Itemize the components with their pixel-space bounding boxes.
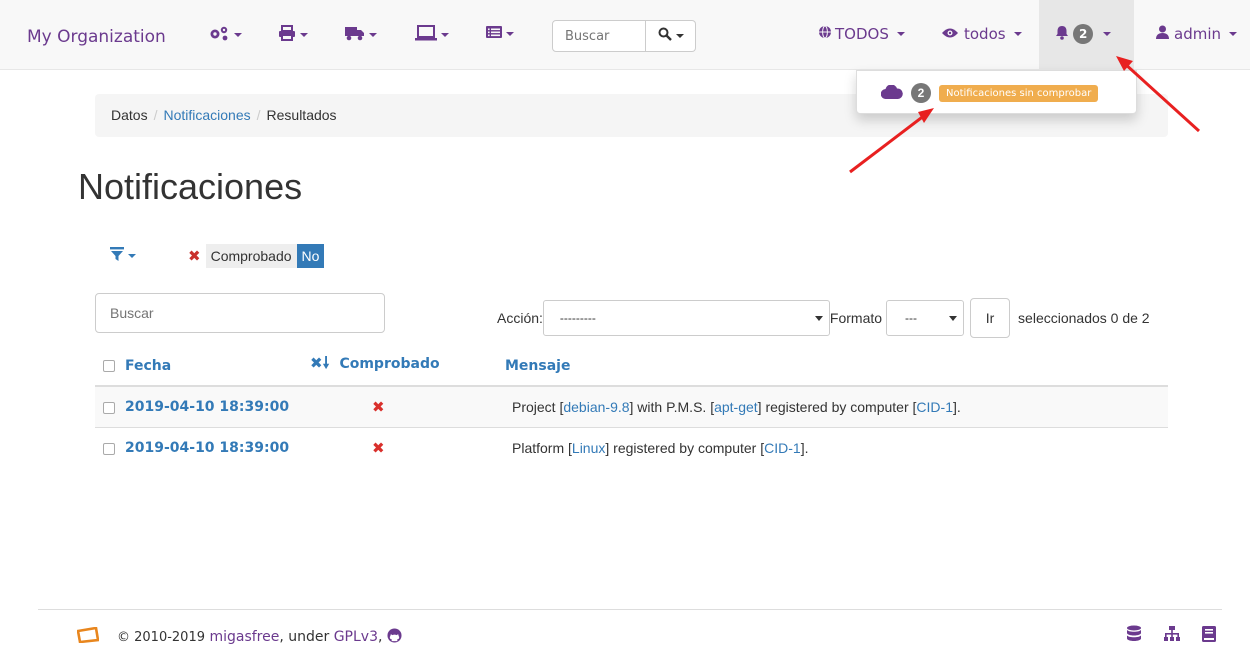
scope-menu[interactable]: TODOS (818, 25, 905, 43)
row-date-link[interactable]: 2019-04-10 18:39:00 (125, 440, 289, 456)
sort-desc-icon[interactable]: 🠗 (323, 353, 330, 372)
platform-link[interactable]: Linux (572, 440, 605, 456)
action-row: Acción: --------- Formato --- Ir selecci… (497, 298, 1150, 338)
view-label: todos (964, 25, 1006, 43)
table-row: 2019-04-10 18:39:00 ✖ Platform [Linux] r… (95, 426, 1168, 468)
eye-icon (941, 25, 959, 43)
footer: © 2010-2019 migasfree, under GPLv3, (76, 626, 402, 647)
bell-icon (1055, 25, 1069, 44)
row-checkbox[interactable] (103, 442, 115, 455)
copyright-text: © 2010-2019 (117, 629, 205, 645)
logo-icon (76, 626, 100, 647)
row-date-link[interactable]: 2019-04-10 18:39:00 (125, 399, 289, 415)
release-menu[interactable] (345, 25, 377, 45)
computer-link[interactable]: CID-1 (764, 440, 801, 456)
database-icon[interactable] (1126, 625, 1142, 648)
filter-icon (110, 246, 124, 266)
navbar-search (552, 20, 696, 52)
selection-count: seleccionados 0 de 2 (1018, 310, 1150, 326)
select-all-checkbox[interactable] (103, 359, 115, 372)
table-row: 2019-04-10 18:39:00 ✖ Project [debian-9.… (95, 385, 1168, 427)
footer-links (1126, 625, 1216, 648)
print-icon (278, 25, 296, 45)
view-menu[interactable]: todos (941, 25, 1022, 43)
row-message: Project [debian-9.8] with P.M.S. [apt-ge… (505, 385, 1168, 427)
go-button[interactable]: Ir (970, 298, 1011, 338)
data-menu[interactable] (486, 25, 514, 43)
page-title: Notificaciones (78, 166, 303, 207)
notifications-menu[interactable]: 2 (1055, 24, 1112, 44)
top-navbar: My Organization Buscar TODOS todos 2 adm… (0, 0, 1250, 70)
navbar-search-input[interactable] (552, 20, 646, 52)
footer-divider (38, 609, 1222, 610)
truck-icon (345, 25, 365, 45)
remove-sort-icon[interactable]: ✖ (310, 354, 323, 372)
breadcrumb-item-notificaciones[interactable]: Notificaciones (163, 107, 250, 123)
book-icon[interactable] (1202, 625, 1216, 648)
column-header-comprobado[interactable]: ✖🠗 Comprobado (310, 346, 505, 387)
breadcrumb-item-datos: Datos (111, 107, 148, 123)
config-menu[interactable] (208, 25, 242, 45)
format-select[interactable]: --- (886, 300, 965, 336)
format-select-value: --- (905, 311, 918, 325)
globe-icon (818, 25, 832, 43)
filter-menu[interactable] (110, 246, 136, 266)
row-checkbox[interactable] (103, 401, 115, 414)
dropdown-count-badge: 2 (911, 83, 931, 103)
list-icon (486, 25, 502, 43)
brand-link[interactable]: My Organization (27, 27, 166, 47)
github-icon[interactable] (387, 627, 402, 647)
column-header-mensaje[interactable]: Mensaje (505, 346, 1168, 387)
column-header-fecha[interactable]: Fecha (95, 346, 310, 387)
filter-chip-label: Comprobado (205, 244, 297, 268)
computer-link[interactable]: CID-1 (916, 399, 953, 415)
search-icon (658, 27, 672, 45)
scope-label: TODOS (835, 25, 889, 43)
cloud-icon (880, 83, 903, 102)
devices-menu[interactable] (278, 25, 308, 45)
user-icon (1156, 25, 1169, 43)
user-label: admin (1174, 25, 1221, 43)
breadcrumb-item-resultados: Resultados (266, 107, 337, 123)
filter-chip-comprobado[interactable]: ✖ Comprobado No (188, 244, 325, 268)
remove-icon[interactable]: ✖ (188, 247, 201, 265)
filter-row: ✖ Comprobado No (110, 244, 325, 268)
pms-link[interactable]: apt-get (714, 399, 758, 415)
sitemap-icon[interactable] (1164, 625, 1180, 648)
action-label: Acción: (497, 310, 543, 326)
gears-icon (208, 25, 230, 45)
license-link[interactable]: GPLv3 (334, 629, 378, 645)
user-menu[interactable]: admin (1156, 25, 1237, 43)
laptop-icon (415, 25, 437, 45)
project-link[interactable]: debian-9.8 (563, 399, 629, 415)
format-label: Formato (829, 310, 883, 326)
notification-count-badge: 2 (1073, 24, 1094, 44)
filter-chip-value: No (296, 244, 325, 268)
unchecked-notifications-item[interactable]: 2 Notificaciones sin comprobar (880, 83, 1099, 103)
action-select-value: --------- (559, 311, 596, 325)
unchecked-icon: ✖ (372, 439, 385, 457)
unchecked-icon: ✖ (372, 398, 385, 416)
action-select[interactable]: --------- (542, 300, 830, 336)
project-link[interactable]: migasfree (209, 629, 279, 645)
results-table: Fecha ✖🠗 Comprobado Mensaje 2019-04-10 18… (95, 346, 1168, 468)
computers-menu[interactable] (415, 25, 449, 45)
results-search-input[interactable] (95, 293, 385, 333)
notifications-dropdown: 2 Notificaciones sin comprobar (856, 70, 1137, 114)
row-message: Platform [Linux] registered by computer … (505, 426, 1168, 468)
navbar-search-button[interactable] (646, 20, 696, 52)
unchecked-notifications-label: Notificaciones sin comprobar (939, 84, 1099, 102)
